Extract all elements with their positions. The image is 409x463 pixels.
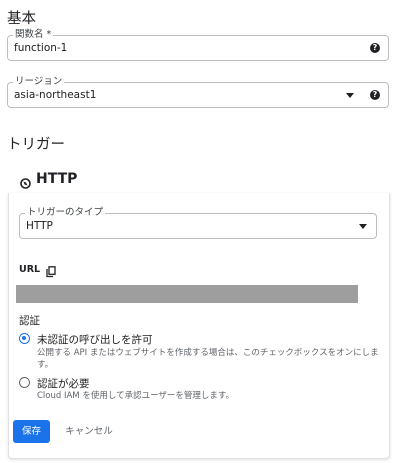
require-auth-label: 認証が必要 <box>37 378 90 390</box>
copy-icon[interactable] <box>46 263 56 278</box>
require-auth-radio[interactable] <box>19 377 30 388</box>
cancel-button[interactable]: キャンセル <box>58 420 120 443</box>
basic-section-title: 基本 <box>7 11 36 27</box>
region-select[interactable]: リージョン asia-northeast1 ? <box>7 76 389 108</box>
chevron-down-icon <box>346 93 354 98</box>
globe-icon <box>20 174 31 189</box>
allow-unauthenticated-label: 未認証の呼び出しを許可 <box>37 334 153 346</box>
url-label: URL <box>19 264 41 275</box>
trigger-section-title: トリガー <box>7 137 65 153</box>
trigger-type-select[interactable]: トリガーのタイプ HTTP <box>19 207 377 239</box>
trigger-type-value: HTTP <box>26 220 53 232</box>
allow-unauthenticated-description: 公開する API またはウェブサイトを作成する場合は、このチェックボックスをオン… <box>37 348 379 370</box>
auth-title: 認証 <box>19 315 40 327</box>
help-icon[interactable]: ? <box>370 90 380 100</box>
chevron-down-icon <box>359 224 367 229</box>
card-title: HTTP <box>36 171 78 187</box>
region-label: リージョン <box>13 76 65 88</box>
function-name-field[interactable]: 関数名 * function-1 ? <box>7 29 389 61</box>
url-value-redacted <box>16 285 358 303</box>
trigger-type-label: トリガーのタイプ <box>25 207 106 219</box>
allow-unauthenticated-radio[interactable] <box>19 333 30 344</box>
function-name-label: 関数名 * <box>13 29 54 41</box>
require-auth-description: Cloud IAM を使用して承認ユーザーを管理します。 <box>37 391 235 401</box>
region-value: asia-northeast1 <box>14 89 97 101</box>
save-button[interactable]: 保存 <box>13 420 50 443</box>
function-name-value: function-1 <box>14 42 68 54</box>
help-icon[interactable]: ? <box>370 43 380 53</box>
